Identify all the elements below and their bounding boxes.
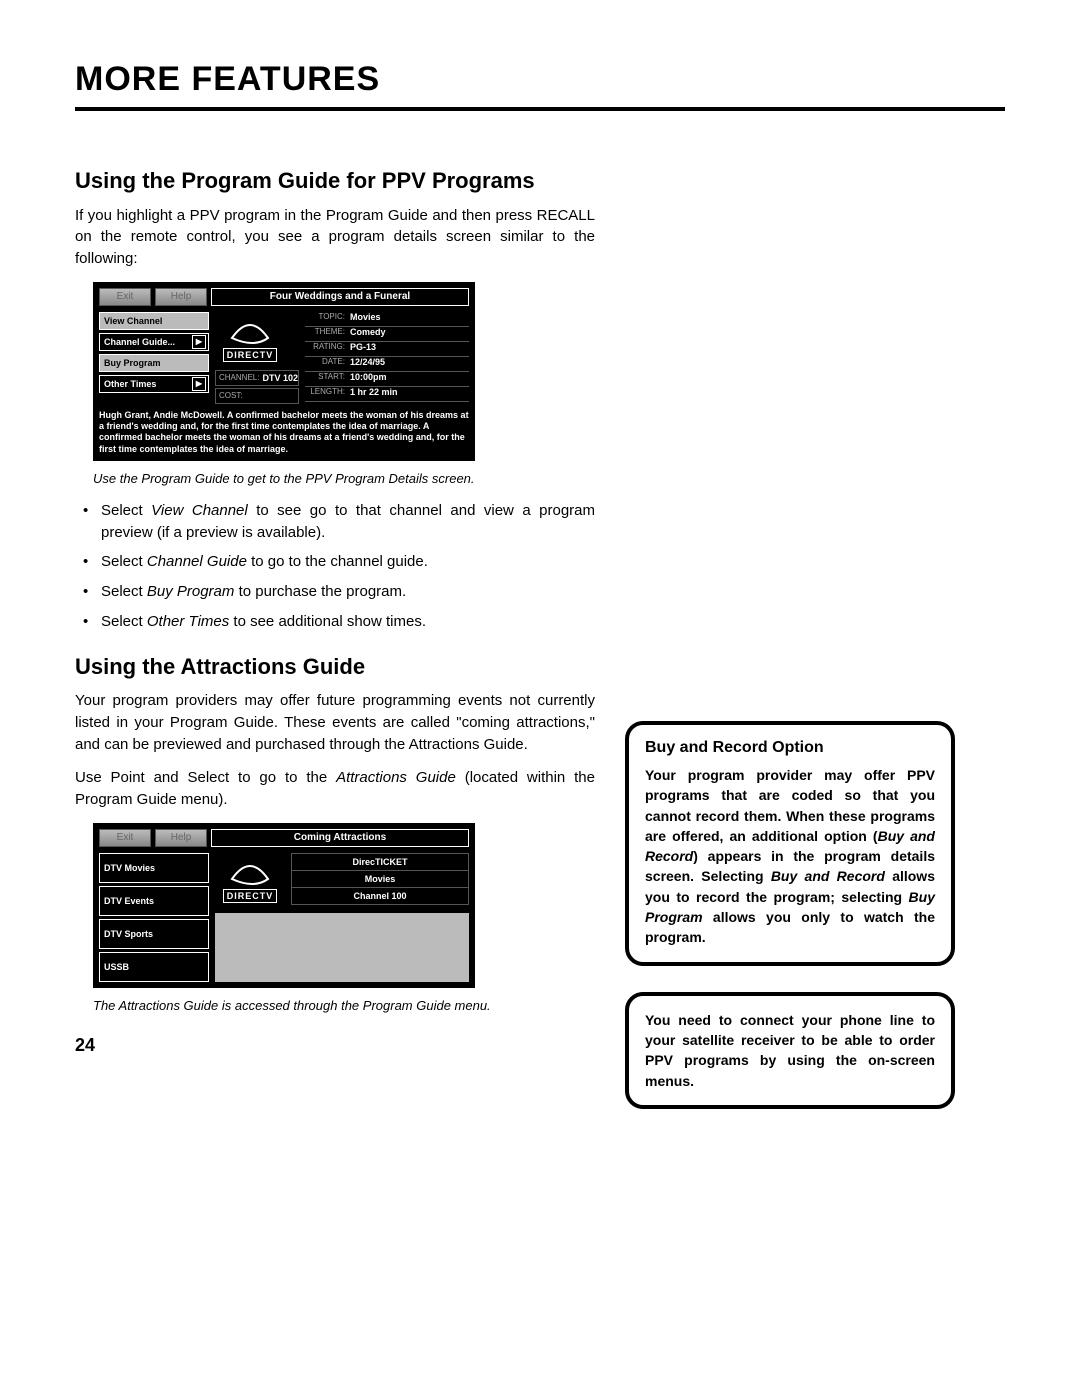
bullet-buy-program: Select Buy Program to purchase the progr… [75,581,595,603]
sidebar-box1-heading: Buy and Record Option [645,739,935,757]
b4-post: to see additional show times. [229,613,426,630]
ss1-date-v: 12/24/95 [348,357,469,371]
ss1-theme-k: THEME: [305,327,348,341]
ss1-channel-v: DTV 102 [262,373,298,383]
b1-em: View Channel [151,502,248,519]
section1-heading: Using the Program Guide for PPV Programs [75,167,595,195]
ss1-view-channel-button: View Channel [99,312,209,330]
b4-em: Other Times [147,613,229,630]
title-rule [75,107,1005,111]
b3-em: Buy Program [147,583,235,600]
sidebar-box1-text: Your program provider may offer PPV prog… [645,765,935,948]
ss1-caption: Use the Program Guide to get to the PPV … [93,471,595,486]
section2-p1: Your program providers may offer future … [75,690,595,755]
sidebar-box2-text: You need to connect your phone line to y… [645,1010,935,1091]
ss1-description: Hugh Grant, Andie McDowell. A confirmed … [99,410,469,455]
chevron-right-icon: ▶ [192,377,206,391]
sidebar-box-phone-line: You need to connect your phone line to y… [625,992,955,1109]
section2-p2: Use Point and Select to go to the Attrac… [75,767,595,811]
ss2-exit-button: Exit [99,829,151,847]
ss2-info-0: DirecTICKET [292,854,468,870]
bullet-channel-guide: Select Channel Guide to go to the channe… [75,551,595,573]
ss1-topic-v: Movies [348,312,469,326]
b2-post: to go to the channel guide. [247,553,428,570]
ss1-rating-v: PG-13 [348,342,469,356]
bullet-other-times: Select Other Times to see additional sho… [75,611,595,633]
section2-heading: Using the Attractions Guide [75,653,595,681]
sidebar-box-buy-record: Buy and Record Option Your program provi… [625,721,955,966]
ss1-date-k: DATE: [305,357,348,371]
ss1-title: Four Weddings and a Funeral [211,288,469,306]
ss1-length-v: 1 hr 22 min [348,387,469,401]
ss2-caption: The Attractions Guide is accessed throug… [93,998,595,1013]
ss2-dtv-events-button: DTV Events [99,886,209,916]
ss2-dtv-sports-button: DTV Sports [99,919,209,949]
ss1-channel-k: CHANNEL: [216,373,262,382]
ss1-exit-button: Exit [99,288,151,306]
ss2-ussb-button: USSB [99,952,209,982]
ss1-start-k: START: [305,372,348,386]
ss2-title: Coming Attractions [211,829,469,847]
directv-logo-icon: DIRECTV [215,853,285,909]
ss1-topic-k: TOPIC: [305,312,348,326]
s2p2-em: Attractions Guide [336,769,456,786]
page-title: MORE FEATURES [75,60,1005,99]
ss2-info-1: Movies [292,871,468,887]
ss2-logo-text: DIRECTV [223,889,278,903]
ppv-details-screenshot: Exit Help Four Weddings and a Funeral Vi… [93,282,475,461]
bullet-view-channel: Select View Channel to see go to that ch… [75,500,595,544]
section1-intro: If you highlight a PPV program in the Pr… [75,205,595,270]
ss1-channel-guide-button: Channel Guide... ▶ [99,333,209,351]
ss1-cost-k: COST: [216,391,246,400]
chevron-right-icon: ▶ [192,335,206,349]
s2p2-pre: Use Point and Select to go to the [75,769,336,786]
sb1-em2: Buy and Record [771,868,885,884]
ss1-logo-text: DIRECTV [223,348,278,362]
b3-post: to purchase the program. [234,583,406,600]
ss1-length-k: LENGTH: [305,387,348,401]
main-column: Using the Program Guide for PPV Programs… [75,151,595,1056]
ss1-channel-guide-label: Channel Guide... [104,337,175,347]
directv-logo-icon: DIRECTV [215,312,285,368]
ss2-help-button: Help [155,829,207,847]
sidebar-column: Buy and Record Option Your program provi… [625,161,955,1135]
ss1-other-times-label: Other Times [104,379,156,389]
ss2-blank-area [215,913,469,982]
b1-pre: Select [101,502,151,519]
attractions-guide-screenshot: Exit Help Coming Attractions DTV Movies … [93,823,475,988]
page-number: 24 [75,1035,595,1056]
b4-pre: Select [101,613,147,630]
b2-em: Channel Guide [147,553,247,570]
ss1-rating-k: RATING: [305,342,348,356]
ss1-help-button: Help [155,288,207,306]
ss1-theme-v: Comedy [348,327,469,341]
ss2-info-2: Channel 100 [292,888,468,904]
ss1-buy-program-button: Buy Program [99,354,209,372]
b3-pre: Select [101,583,147,600]
ss2-dtv-movies-button: DTV Movies [99,853,209,883]
b2-pre: Select [101,553,147,570]
ss1-start-v: 10:00pm [348,372,469,386]
ss1-other-times-button: Other Times ▶ [99,375,209,393]
